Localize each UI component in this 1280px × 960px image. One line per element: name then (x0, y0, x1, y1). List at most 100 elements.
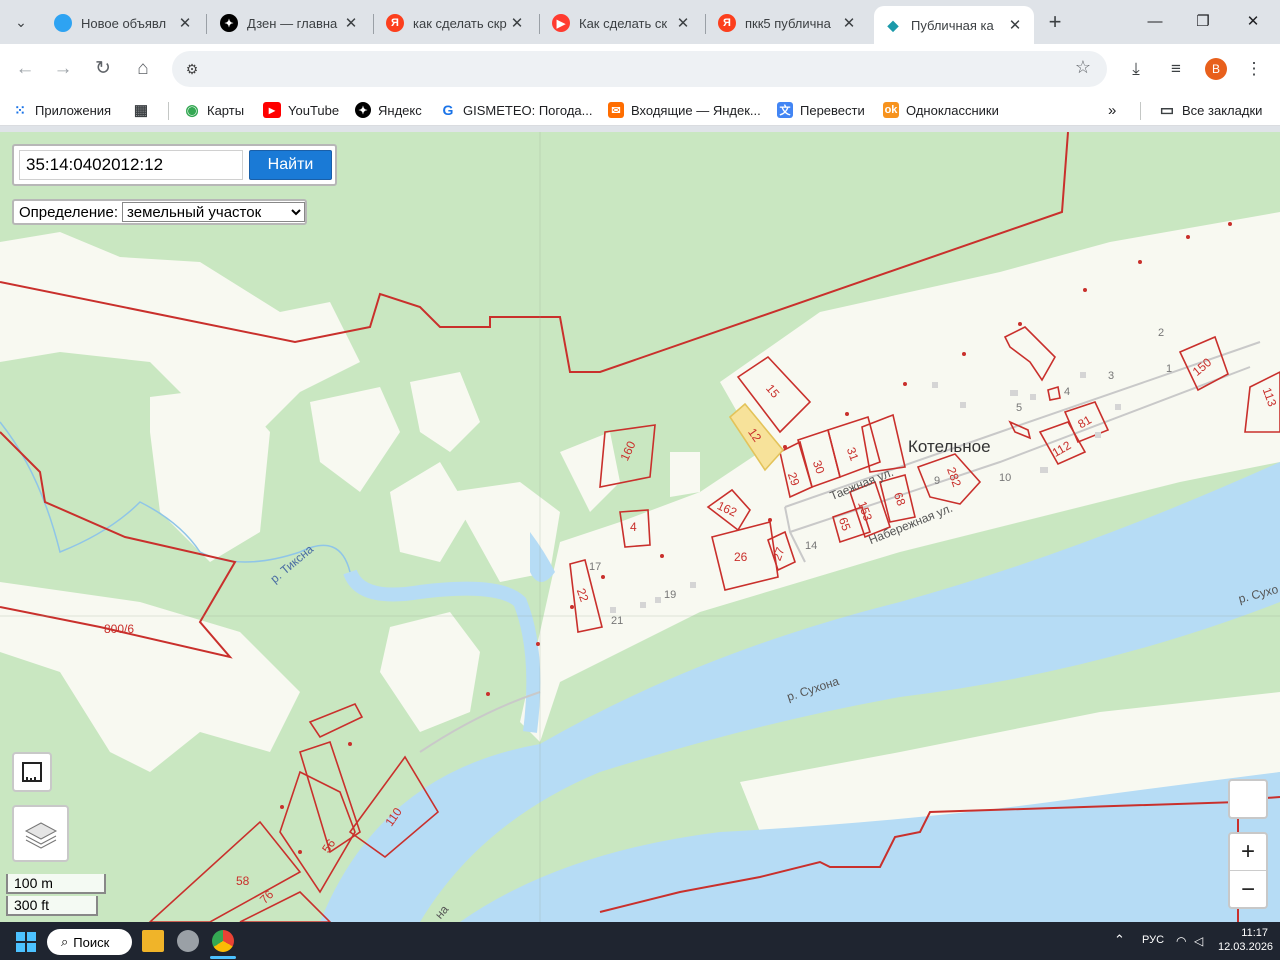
close-tab-icon[interactable]: ✕ (176, 14, 194, 32)
tab-search-button[interactable]: ⌄ (6, 8, 36, 36)
parcel-number[interactable]: 58 (236, 874, 249, 888)
forward-button[interactable]: → (48, 54, 78, 84)
bookmark-label: Входящие — Яндек... (631, 102, 761, 118)
bookmark-gismeteo[interactable]: G GISMETEO: Погода... (440, 100, 593, 120)
tab-6-active[interactable]: ◆ Публичная ка ✕ (874, 6, 1034, 44)
tab-strip: ⌄ Новое объявл ✕ ✦ Дзен — главна ✕ Я как… (0, 0, 1280, 44)
bookmark-label: Одноклассники (906, 102, 999, 118)
close-tab-icon[interactable]: ✕ (508, 14, 526, 32)
find-button[interactable]: Найти (249, 150, 332, 180)
tab-1[interactable]: Новое объявл ✕ (44, 6, 204, 40)
folder-icon: ▭ (1159, 102, 1175, 119)
restore-button[interactable]: ❐ (1180, 8, 1226, 36)
windows-taskbar: ⌕ Поиск ⌃ РУС ◠ ◁ 11:17 12.03.2026 (0, 922, 1280, 960)
profile-avatar[interactable]: В (1205, 58, 1227, 80)
favicon-icon: ✦ (220, 14, 238, 32)
favicon-icon: ▶ (552, 14, 570, 32)
reload-button[interactable]: ↻ (88, 54, 118, 84)
fullscreen-button[interactable] (1228, 779, 1268, 819)
village-label: Котельное (908, 437, 991, 456)
tiles-icon: ▦ (133, 102, 149, 119)
windows-start-icon[interactable] (16, 932, 36, 952)
bookmark-yandex[interactable]: ✦ Яндекс (355, 100, 422, 120)
taskbar-search[interactable]: ⌕ Поиск (47, 929, 132, 955)
bookmark-apps[interactable]: ⁙ Приложения (12, 100, 111, 120)
close-tab-icon[interactable]: ✕ (342, 14, 360, 32)
tab-title: Как сделать ск (579, 15, 668, 31)
chrome-icon[interactable] (212, 930, 234, 952)
favicon-icon: Я (386, 14, 404, 32)
new-tab-button[interactable]: + (1042, 10, 1068, 36)
clock-time: 11:17 (1241, 927, 1268, 939)
download-icon[interactable]: ⤓ (1123, 56, 1149, 82)
parcel-number[interactable]: 26 (734, 550, 747, 564)
more-bookmarks-button[interactable]: » (1108, 100, 1116, 120)
bookmark-star-icon[interactable]: ☆ (1075, 57, 1091, 78)
clock-date: 12.03.2026 (1218, 941, 1274, 953)
home-button[interactable]: ⌂ (128, 54, 158, 84)
ruler-tool-button[interactable] (12, 752, 52, 792)
layers-button[interactable] (12, 805, 69, 862)
bookmark-ok[interactable]: ok Одноклассники (883, 100, 999, 120)
cadastral-map[interactable]: Котельное р. Сухона р. Сухо р. Тиксна на… (0, 132, 1280, 922)
bookmark-label: Карты (207, 102, 245, 118)
tab-title: Публичная ка (911, 17, 994, 33)
house-number: 17 (589, 561, 602, 573)
file-explorer-icon[interactable] (142, 930, 164, 952)
tab-title: Новое объявл (81, 15, 167, 31)
clock[interactable]: 11:17 12.03.2026 (1218, 926, 1274, 954)
bookmark-label: Яндекс (378, 102, 422, 118)
cadastral-number-input[interactable] (19, 150, 243, 180)
bookmark-mail[interactable]: ✉ Входящие — Яндек... (608, 100, 761, 120)
active-app-indicator (210, 956, 236, 959)
language-indicator[interactable]: РУС (1142, 934, 1164, 946)
house-number: 19 (664, 589, 677, 601)
definition-label: Определение: (19, 203, 119, 221)
wifi-icon[interactable]: ◠ (1176, 934, 1186, 948)
bookmark-youtube[interactable]: ▶ YouTube (263, 100, 339, 120)
yandex-star-icon: ✦ (355, 102, 371, 118)
parcel-number[interactable]: 4 (630, 520, 637, 534)
volume-icon[interactable]: ◁ (1194, 934, 1203, 948)
bookmark-tiles[interactable]: ▦ (133, 100, 156, 120)
address-bar[interactable]: ⚙ ☆ (172, 51, 1107, 87)
house-number: 9 (934, 475, 941, 487)
close-tab-icon[interactable]: ✕ (674, 14, 692, 32)
house-number: 2 (1158, 327, 1165, 339)
scale-imperial: 300 ft (6, 896, 98, 916)
bookmark-label: Все закладки (1182, 102, 1263, 118)
close-tab-icon[interactable]: ✕ (1006, 16, 1024, 34)
apps-grid-icon: ⁙ (14, 101, 26, 118)
back-button[interactable]: ← (10, 54, 40, 84)
close-window-button[interactable]: ✕ (1230, 8, 1276, 36)
search-icon: ⌕ (61, 934, 69, 949)
house-number: 14 (805, 540, 818, 552)
definition-panel: Определение: земельный участок (12, 199, 307, 225)
zoom-out-button[interactable]: − (1230, 871, 1266, 908)
house-number: 4 (1064, 386, 1071, 398)
site-info-icon[interactable]: ⚙ (180, 57, 204, 81)
youtube-icon: ▶ (263, 102, 281, 118)
minimize-button[interactable]: — (1132, 8, 1178, 36)
tab-4[interactable]: ▶ Как сделать ск ✕ (542, 6, 702, 40)
tab-2[interactable]: ✦ Дзен — главна ✕ (210, 6, 370, 40)
ok-icon: ok (883, 102, 899, 118)
tab-5[interactable]: Я пкк5 публична ✕ (708, 6, 868, 40)
close-tab-icon[interactable]: ✕ (840, 14, 858, 32)
tab-3[interactable]: Я как сделать скр ✕ (376, 6, 536, 40)
browser-toolbar: ← → ↻ ⌂ ⚙ ☆ ⤓ ≡ В ⋮ (0, 44, 1280, 94)
definition-select[interactable]: земельный участок (122, 202, 305, 222)
bookmark-maps[interactable]: ◉ Карты (184, 100, 244, 120)
menu-kebab-icon[interactable]: ⋮ (1241, 56, 1267, 82)
scale-metric: 100 m (6, 874, 106, 894)
map-canvas[interactable] (0, 132, 1280, 922)
settings-gear-icon[interactable] (177, 930, 199, 952)
bookmark-label: GISMETEO: Погода... (463, 102, 593, 118)
bookmark-all[interactable]: ▭ Все закладки (1159, 100, 1262, 120)
bookmark-translate[interactable]: 文 Перевести (777, 100, 865, 120)
favicon-icon: Я (718, 14, 736, 32)
tray-chevron-icon[interactable]: ⌃ (1114, 932, 1125, 948)
zoom-in-button[interactable]: + (1230, 833, 1266, 871)
media-control-icon[interactable]: ≡ (1163, 56, 1189, 82)
house-number: 1 (1166, 363, 1173, 375)
